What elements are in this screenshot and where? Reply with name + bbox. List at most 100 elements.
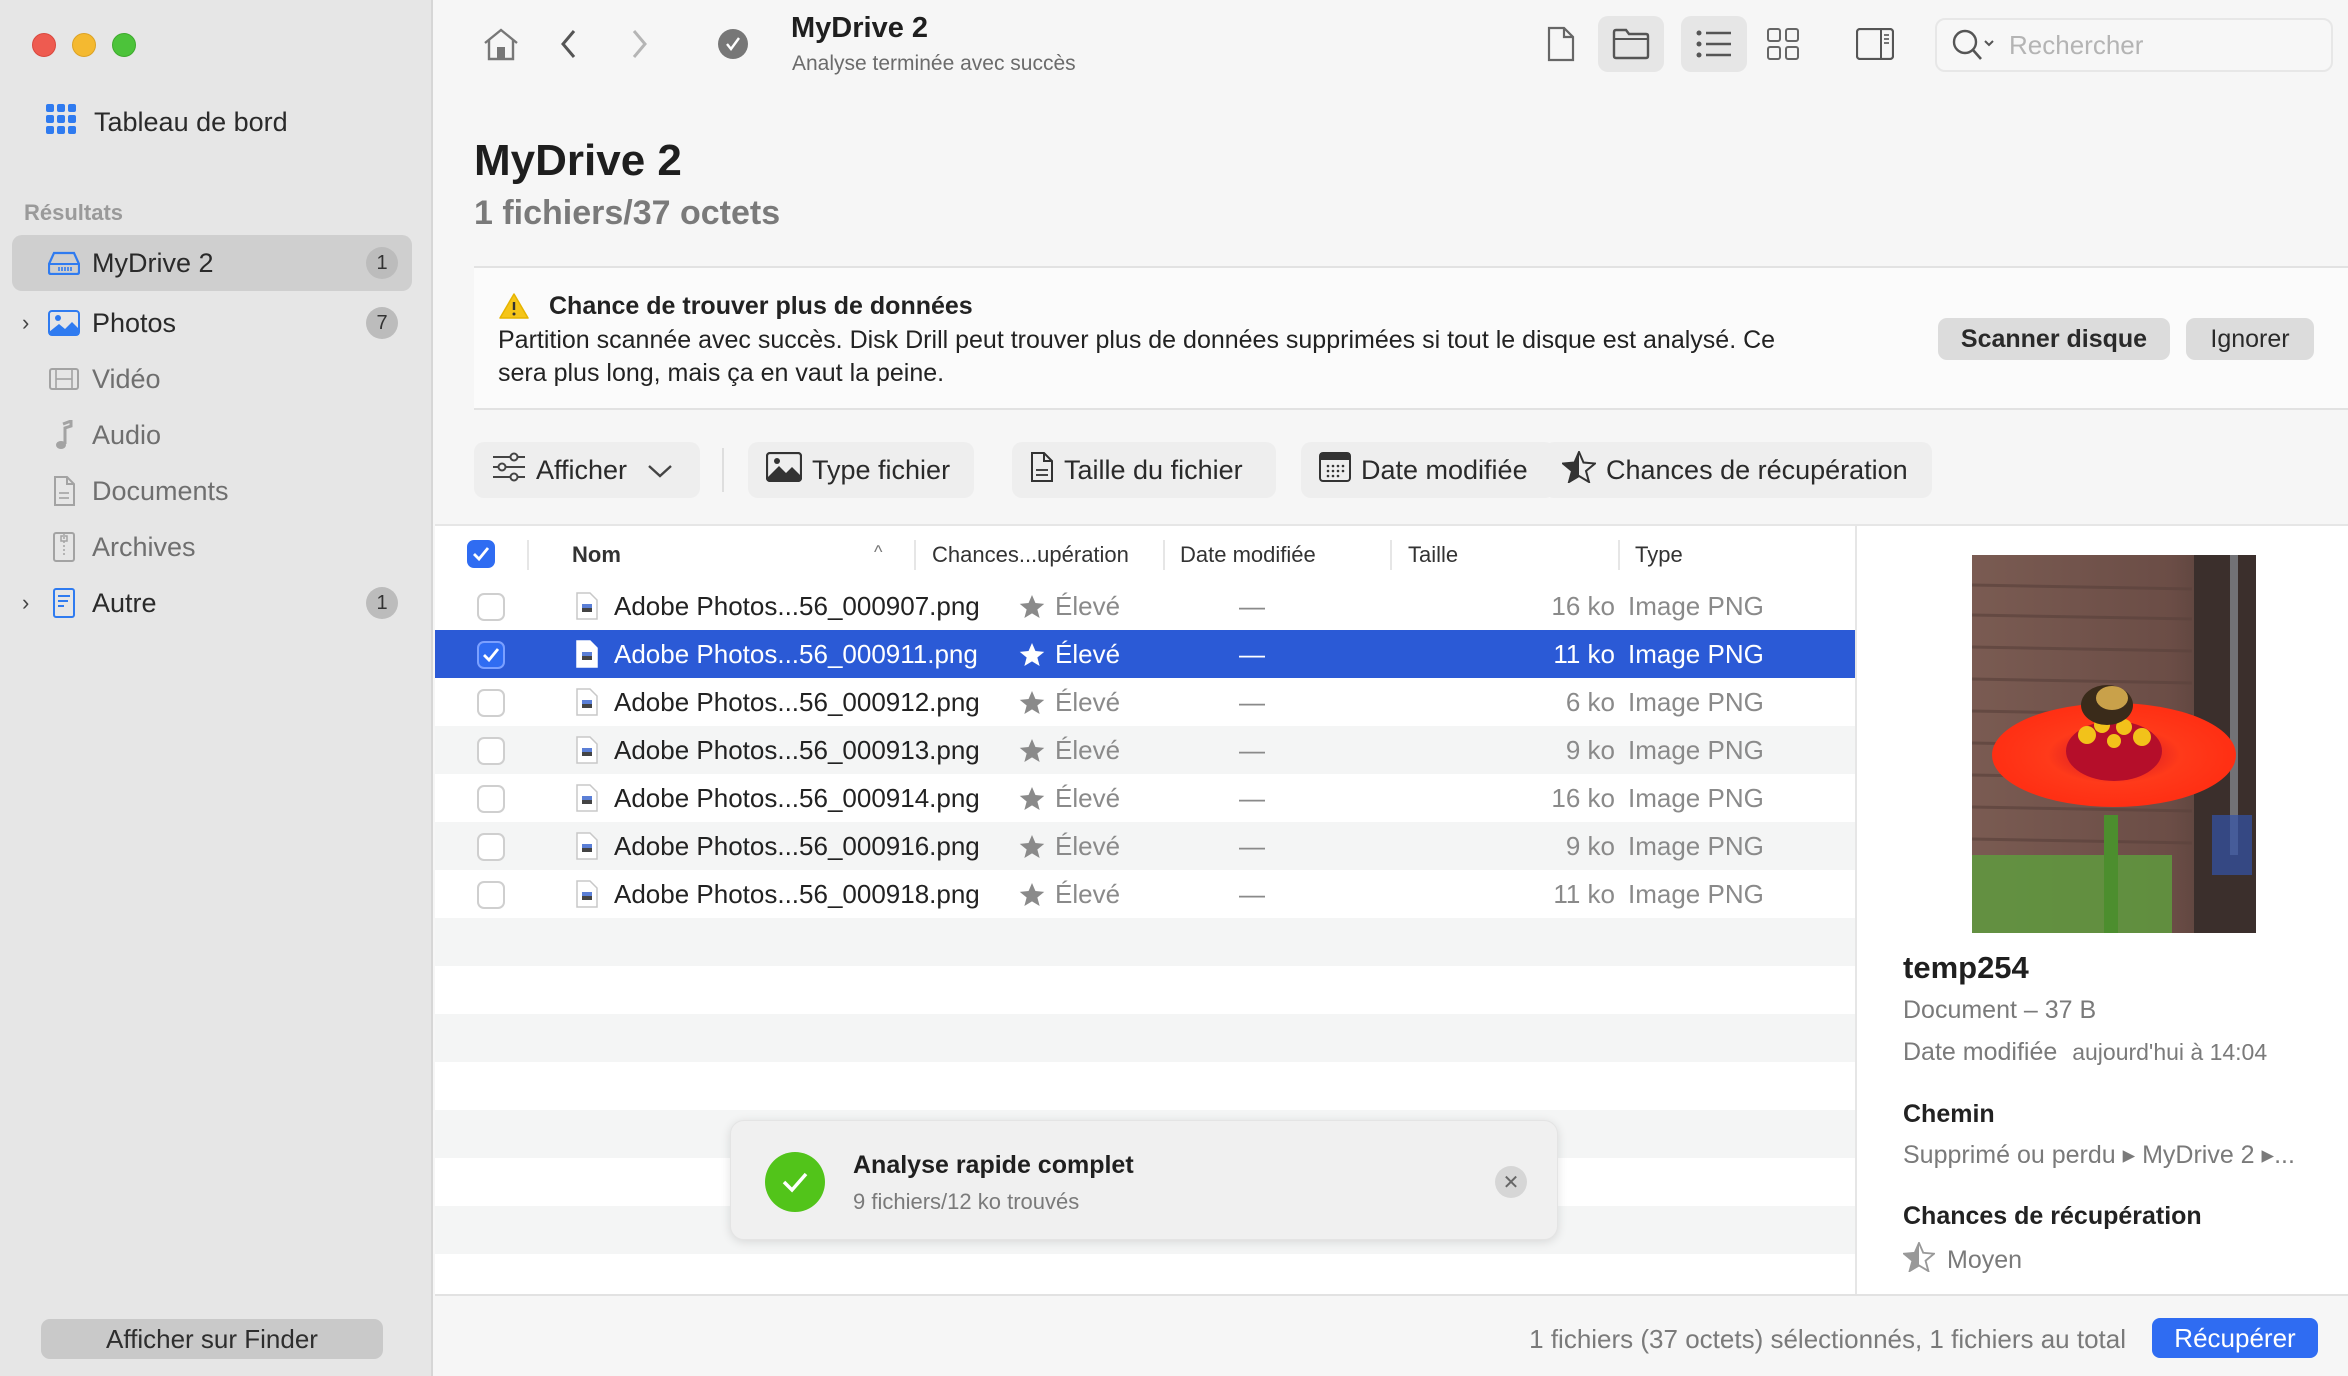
archive-zip-icon [48,532,80,562]
list-view-button[interactable] [1681,16,1747,72]
date-modified: — [1239,687,1265,717]
other-file-icon [48,588,80,618]
table-row[interactable]: Adobe Photos...56_000907.png Élevé — 16 ko I… [435,582,1855,630]
file-size: 9 ko [1565,831,1615,861]
sidebar-item-dashboard[interactable]: Tableau de bord [46,104,288,141]
file-type: Image PNG [1628,783,1764,813]
sidebar-item-label: MyDrive 2 [92,247,214,278]
column-divider [527,540,529,570]
column-type-header[interactable]: Type [1635,542,1683,568]
recovery-chance: Élevé [1019,783,1120,814]
file-type: Image PNG [1628,639,1764,669]
column-divider [1618,540,1620,570]
document-icon [48,476,80,506]
chevron-down-icon [647,455,673,486]
document-icon [1030,451,1054,490]
row-checkbox[interactable] [477,689,505,717]
count-badge: 7 [366,307,398,339]
show-options-dropdown[interactable]: Afficher [474,442,700,498]
row-checkbox[interactable] [477,737,505,765]
row-checkbox[interactable] [477,881,505,909]
recovery-chance: Élevé [1019,591,1120,622]
table-row[interactable]: Adobe Photos...56_000914.png Élevé — 16 ko I… [435,774,1855,822]
calendar-icon [1319,451,1351,490]
table-row[interactable]: Adobe Photos...56_000918.png Élevé — 11 ko I… [435,870,1855,918]
folder-view-button[interactable] [1598,16,1664,72]
sidebar-item-documents[interactable]: Documents [12,463,412,519]
scan-disk-button[interactable]: Scanner disque [1938,318,2170,360]
filter-file-type[interactable]: Type fichier [748,442,974,498]
sidebar-item-label: Archives [92,531,196,562]
sidebar-item-photos[interactable]: › Photos 7 [12,295,412,351]
sidebar-item-other[interactable]: › Autre 1 [12,575,412,631]
table-row[interactable]: Adobe Photos...56_000912.png Élevé — 6 ko Im… [435,678,1855,726]
preview-chance-label: Chances de récupération [1903,1202,2202,1230]
sidebar-results-list: MyDrive 2 1 › Photos 7 Vidéo Audio Docum… [12,235,412,631]
row-checkbox[interactable] [477,785,505,813]
preview-path-value[interactable]: Supprimé ou perdu ▸ MyDrive 2 ▸... [1903,1140,2295,1170]
star-icon [1019,883,1045,906]
recovery-chance: Élevé [1019,639,1120,670]
filter-file-size[interactable]: Taille du fichier [1012,442,1276,498]
more-data-banner: Chance de trouver plus de données Partit… [474,266,2348,410]
star-icon [1019,739,1045,762]
file-type: Image PNG [1628,591,1764,621]
preview-date-label: Date modifiée [1903,1038,2058,1066]
sidebar-item-audio[interactable]: Audio [12,407,412,463]
search-field[interactable] [1935,18,2333,72]
column-date-header[interactable]: Date modifiée [1180,542,1316,568]
table-row[interactable]: Adobe Photos...56_000913.png Élevé — 9 ko Im… [435,726,1855,774]
column-name-header[interactable]: Nom [572,542,621,568]
zoom-window-button[interactable] [112,33,136,57]
folder-icon [1612,28,1650,60]
forward-button[interactable] [615,20,663,68]
close-window-button[interactable] [32,33,56,57]
toast-close-button[interactable]: ✕ [1495,1166,1527,1198]
filter-date-modified[interactable]: Date modifiée [1301,442,1555,498]
row-checkbox[interactable] [477,641,505,669]
show-in-finder-button[interactable]: Afficher sur Finder [41,1319,383,1359]
column-size-header[interactable]: Taille [1408,542,1458,568]
sidebar-right-icon [1856,28,1894,60]
png-file-icon [576,592,598,620]
row-checkbox[interactable] [477,833,505,861]
grid-view-button[interactable] [1759,20,1807,68]
search-input[interactable] [2009,29,2309,61]
sidebar-item-archives[interactable]: Archives [12,519,412,575]
filter-recovery-chances[interactable]: Chances de récupération [1544,442,1932,498]
column-chance-header[interactable]: Chances...upération [932,542,1129,568]
table-row[interactable]: Adobe Photos...56_000911.png Élevé — 11 ko I… [435,630,1855,678]
chevron-right-icon[interactable]: › [22,310,29,336]
image-icon [765,451,803,489]
row-checkbox[interactable] [477,593,505,621]
preview-date-row: Date modifiée aujourd'hui à 14:04 [1903,1038,2267,1067]
toolbar: MyDrive 2 Analyse terminée avec succès [435,0,2348,90]
table-row[interactable]: Adobe Photos...56_000916.png Élevé — 9 ko Im… [435,822,1855,870]
grid-icon [1767,28,1799,60]
page-summary: 1 fichiers/37 octets [474,194,781,232]
window-controls [32,33,136,57]
count-badge: 1 [366,247,398,279]
toast-title: Analyse rapide complet [853,1151,1134,1179]
recover-button[interactable]: Récupérer [2152,1318,2318,1358]
recovery-chance-label: Élevé [1055,735,1121,765]
sidebar-item-mydrive[interactable]: MyDrive 2 1 [12,235,412,291]
file-view-button[interactable] [1537,20,1585,68]
preview-file-name: temp254 [1903,950,2029,985]
preview-date-value: aujourd'hui à 14:04 [2072,1039,2268,1065]
scan-status-icon [709,20,757,68]
back-button[interactable] [545,20,593,68]
preview-panel-toggle[interactable] [1851,20,1899,68]
column-divider [1163,540,1165,570]
sidebar-item-video[interactable]: Vidéo [12,351,412,407]
warning-icon [498,292,530,325]
minimize-window-button[interactable] [72,33,96,57]
sort-ascending-icon[interactable]: ^ [874,542,882,563]
chevron-right-icon[interactable]: › [22,590,29,616]
select-all-checkbox[interactable] [467,540,495,568]
toast-subtitle: 9 fichiers/12 ko trouvés [853,1189,1080,1214]
ignore-button[interactable]: Ignorer [2186,318,2314,360]
preview-path-label: Chemin [1903,1100,1995,1128]
checkmark-circle-icon [718,29,748,59]
home-button[interactable] [477,20,525,68]
